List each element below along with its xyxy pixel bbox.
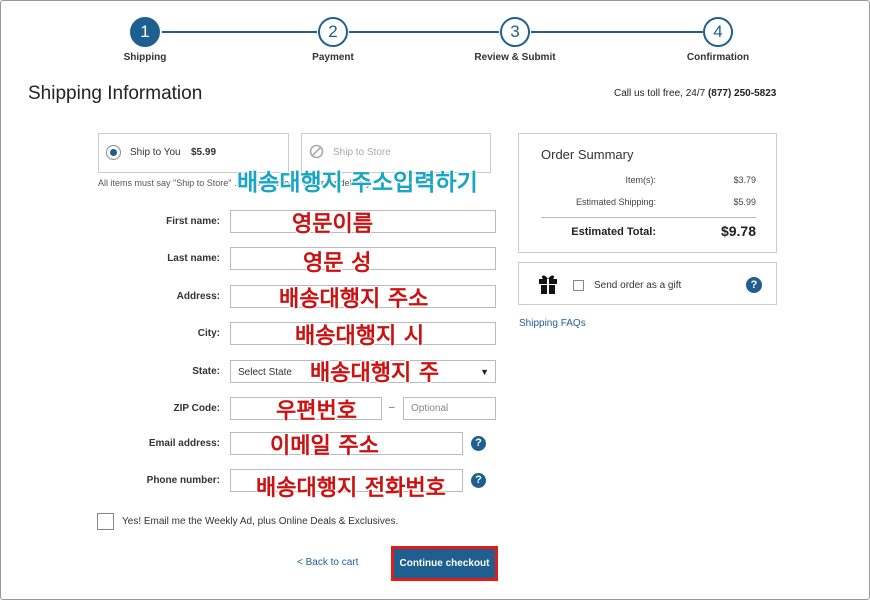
ship-to-you-label: Ship to You	[130, 147, 181, 158]
back-to-cart-link[interactable]: < Back to cart	[297, 557, 358, 568]
shipping-label: Estimated Shipping:	[575, 197, 656, 207]
step-connector	[531, 31, 703, 33]
phone-help-icon[interactable]: ?	[471, 473, 486, 488]
step-connector	[349, 31, 499, 33]
step-2-circle: 2	[318, 17, 348, 47]
step-4-label: Confirmation	[686, 52, 750, 63]
annotation-last-name: 영문 성	[302, 251, 372, 277]
zip-extension-input[interactable]	[403, 397, 496, 420]
continue-checkout-button[interactable]: Continue checkout	[391, 546, 498, 581]
city-label: City:	[197, 328, 220, 339]
ship-to-you-radio[interactable]	[106, 145, 121, 160]
gift-label: Send order as a gift	[594, 280, 682, 291]
address-label: Address:	[176, 291, 220, 302]
first-name-label: First name:	[166, 216, 220, 227]
weekly-ad-label: Yes! Email me the Weekly Ad, plus Online…	[122, 516, 399, 527]
total-label: Estimated Total:	[571, 226, 656, 238]
annotation-zip: 우편번호	[276, 399, 358, 425]
ship-to-you-price: $5.99	[191, 147, 217, 158]
summary-divider	[541, 217, 756, 218]
last-name-label: Last name:	[167, 253, 220, 264]
items-value: $3.79	[733, 175, 756, 185]
step-3-circle: 3	[500, 17, 530, 47]
state-label: State:	[192, 366, 220, 377]
gift-icon	[539, 275, 557, 294]
annotation-heading: 배송대행지 주소입력하기	[237, 170, 479, 197]
order-summary-title: Order Summary	[541, 147, 634, 162]
tollfree-text: Call us toll free, 24/7	[614, 88, 708, 99]
gift-help-icon[interactable]: ?	[746, 277, 762, 293]
gift-option-panel: Send order as a gift ?	[518, 262, 777, 305]
weekly-ad-checkbox[interactable]	[97, 513, 114, 530]
page-title: Shipping Information	[28, 83, 203, 104]
items-label: Item(s):	[625, 175, 657, 185]
state-select-value: Select State	[238, 367, 292, 378]
total-value: $9.78	[720, 223, 756, 239]
step-1-circle: 1	[130, 17, 160, 47]
email-label: Email address:	[148, 438, 220, 449]
step-1-label: Shipping	[123, 52, 167, 63]
annotation-state: 배송대행지 주	[309, 361, 440, 387]
tollfree-phone: (877) 250-5823	[707, 88, 777, 99]
phone-label: Phone number:	[146, 475, 220, 486]
step-connector	[162, 31, 317, 33]
email-help-icon[interactable]: ?	[471, 436, 486, 451]
chevron-down-icon: ▼	[480, 367, 489, 377]
no-entry-icon	[309, 144, 324, 159]
annotation-email: 이메일 주소	[270, 434, 380, 460]
order-summary-panel: Order Summary Item(s): $3.79 Estimated S…	[518, 133, 777, 253]
gift-checkbox[interactable]	[573, 280, 584, 291]
annotation-city: 배송대행지 시	[294, 324, 425, 350]
annotation-first-name: 영문이름	[292, 212, 374, 238]
shipping-faqs-link[interactable]: Shipping FAQs	[519, 318, 586, 329]
step-2-label: Payment	[312, 52, 354, 63]
ship-to-store-label: Ship to Store	[333, 147, 391, 158]
zip-dash: –	[389, 402, 395, 413]
step-4-circle: 4	[703, 17, 733, 47]
annotation-phone: 배송대행지 전화번호	[256, 476, 447, 502]
shipping-value: $5.99	[733, 197, 756, 207]
tollfree-info: Call us toll free, 24/7 (877) 250-5823	[614, 88, 776, 99]
step-3-label: Review & Submit	[474, 52, 556, 63]
annotation-address: 배송대행지 주소	[278, 287, 429, 313]
zip-label: ZIP Code:	[173, 403, 220, 414]
